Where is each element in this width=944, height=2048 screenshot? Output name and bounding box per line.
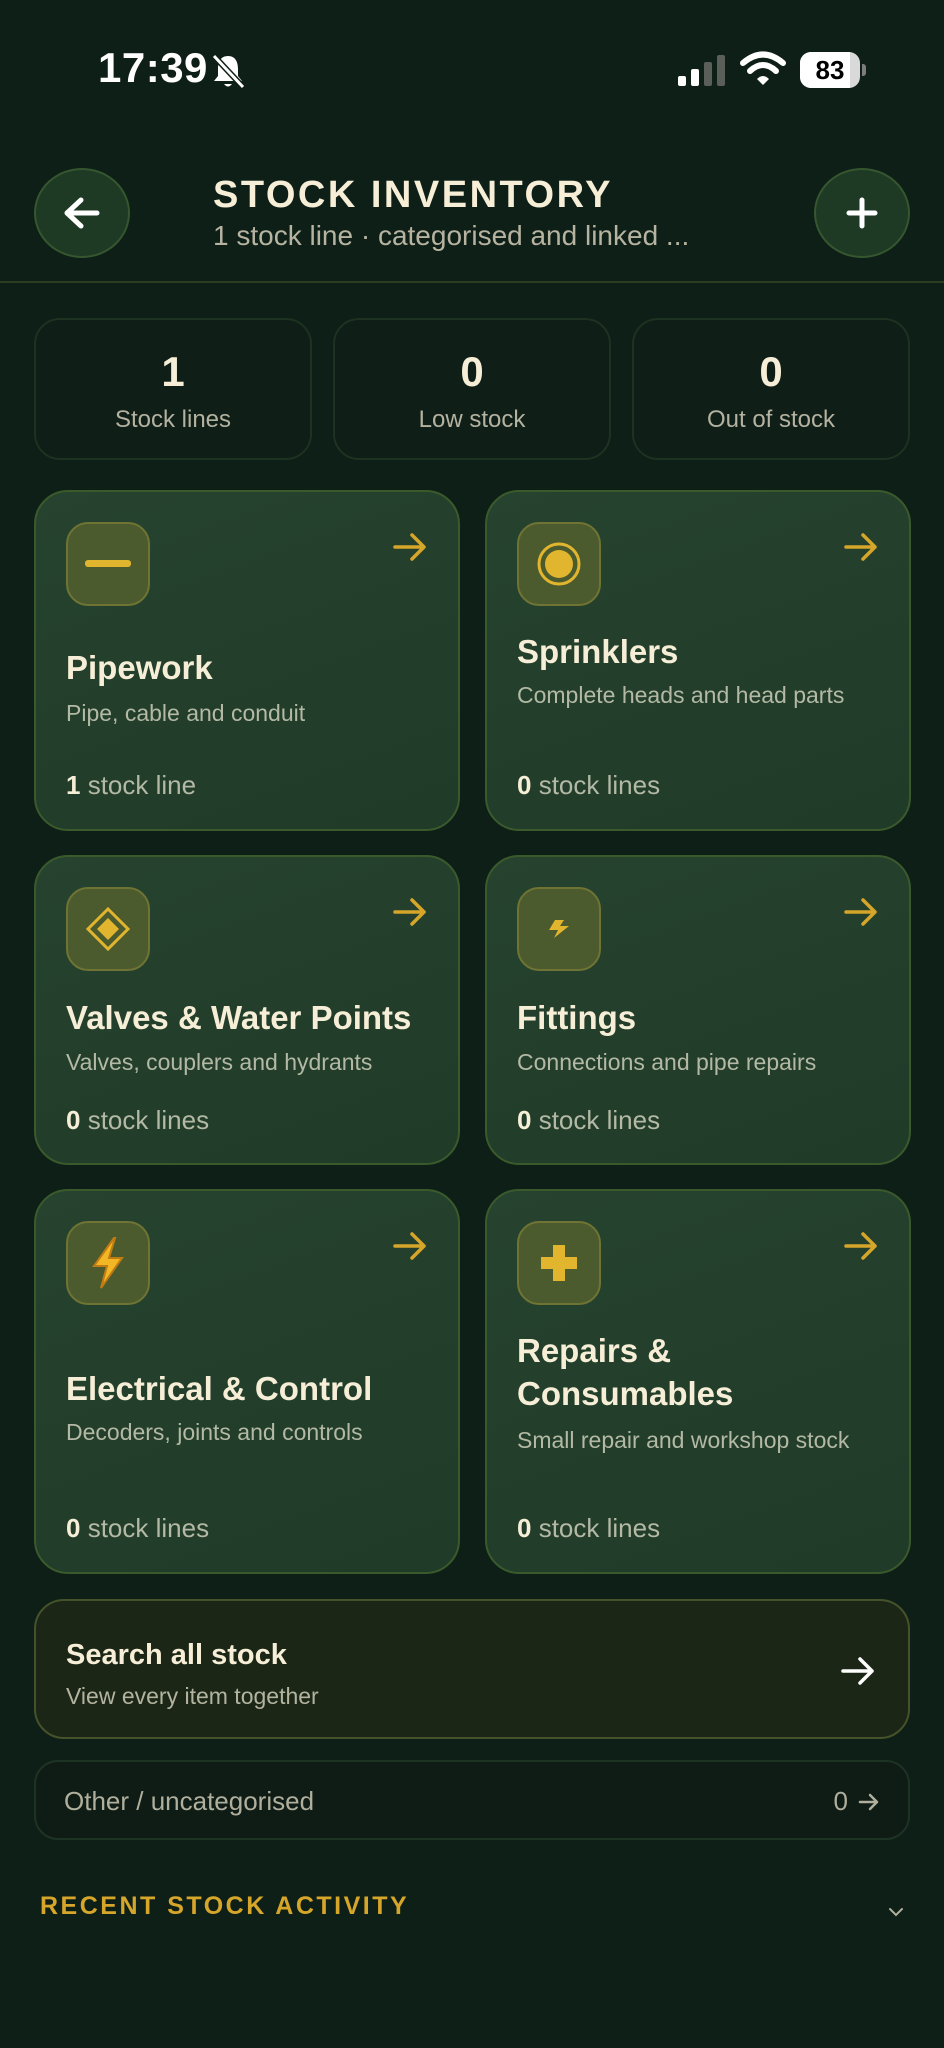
stat-low-stock: 0 Low stock	[333, 318, 611, 460]
category-title: Electrical & Control	[66, 1370, 373, 1407]
category-count: 0 stock lines	[66, 1105, 210, 1135]
chevron-down-icon[interactable]	[888, 1906, 904, 1918]
arrow-right-icon	[393, 1232, 426, 1260]
lightning-icon	[66, 1221, 150, 1305]
category-description: Valves, couplers and hydrants	[66, 1049, 373, 1075]
stat-label: Out of stock	[706, 406, 836, 433]
search-all-title: Search all stock	[66, 1639, 287, 1671]
dash-icon	[66, 522, 150, 606]
category-card-electrical[interactable]: Electrical & Control Decoders, joints an…	[34, 1189, 460, 1574]
category-description: Complete heads and head parts	[517, 682, 845, 708]
page-header: STOCK INVENTORY 1 stock line · categoris…	[0, 140, 944, 283]
battery-indicator: 83	[800, 52, 866, 88]
arrow-right-icon	[841, 1657, 874, 1685]
stat-value: 0	[460, 348, 484, 395]
bell-muted-icon	[211, 53, 246, 90]
category-count: 1 stock line	[66, 770, 197, 800]
battery-level: 83	[815, 55, 845, 85]
category-description: Small repair and workshop stock	[517, 1427, 850, 1453]
category-description: Pipe, cable and conduit	[66, 700, 306, 726]
stat-value: 0	[759, 348, 783, 395]
status-bar: 17:39 83	[0, 0, 944, 140]
search-all-stock-button[interactable]: Search all stock View every item togethe…	[34, 1599, 910, 1739]
category-title: Valves & Water Points	[66, 999, 412, 1036]
stat-out-of-stock: 0 Out of stock	[632, 318, 910, 460]
stat-stock-lines: 1 Stock lines	[34, 318, 312, 460]
category-title: Pipework	[66, 649, 213, 686]
diamond-icon	[66, 887, 150, 971]
arrow-right-icon	[844, 898, 877, 926]
category-count: 0 stock lines	[517, 770, 661, 800]
status-time: 17:39	[98, 44, 208, 91]
signal-icon	[678, 55, 725, 86]
category-count: 0 stock lines	[66, 1513, 210, 1543]
arrow-right-icon	[844, 533, 877, 561]
wifi-icon	[740, 51, 786, 85]
add-stock-button[interactable]	[814, 168, 910, 258]
category-count: 0 stock lines	[517, 1513, 661, 1543]
stat-value: 1	[161, 348, 185, 395]
category-card-fittings[interactable]: Fittings Connections and pipe repairs 0 …	[485, 855, 911, 1165]
stat-label: Stock lines	[114, 406, 232, 433]
arrow-right-icon	[858, 1793, 879, 1811]
category-title: Repairs & Consumables	[517, 1332, 734, 1412]
arrow-right-icon	[393, 533, 426, 561]
category-card-sprinklers[interactable]: Sprinklers Complete heads and head parts…	[485, 490, 911, 831]
category-count: 0 stock lines	[517, 1105, 661, 1135]
other-label: Other / uncategorised	[64, 1786, 315, 1816]
category-card-repairs[interactable]: Repairs & Consumables Small repair and w…	[485, 1189, 911, 1574]
other-count: 0	[833, 1786, 848, 1816]
plus-icon	[846, 197, 878, 229]
target-icon	[517, 522, 601, 606]
cross-icon	[517, 1221, 601, 1305]
other-uncategorised-row[interactable]: Other / uncategorised 0	[34, 1760, 910, 1840]
category-title: Fittings	[517, 999, 637, 1036]
bolt-small-icon	[517, 887, 601, 971]
category-description: Connections and pipe repairs	[517, 1049, 817, 1075]
page-subtitle: 1 stock line · categorised and linked ..…	[213, 220, 690, 251]
category-card-pipework[interactable]: Pipework Pipe, cable and conduit 1 stock…	[34, 490, 460, 831]
recent-activity-title: RECENT STOCK ACTIVITY	[40, 1892, 410, 1920]
arrow-right-icon	[393, 898, 426, 926]
stock-inventory-screen: 17:39 83 STOCK INVENTORY 1 stock line · …	[0, 0, 944, 2048]
back-button[interactable]	[34, 168, 130, 258]
arrow-left-icon	[64, 197, 100, 229]
category-description: Decoders, joints and controls	[66, 1419, 363, 1445]
arrow-right-icon	[844, 1232, 877, 1260]
page-title: STOCK INVENTORY	[213, 174, 613, 216]
category-card-valves[interactable]: Valves & Water Points Valves, couplers a…	[34, 855, 460, 1165]
search-all-subtitle: View every item together	[66, 1683, 319, 1709]
category-title: Sprinklers	[517, 633, 679, 670]
stat-label: Low stock	[418, 406, 526, 433]
